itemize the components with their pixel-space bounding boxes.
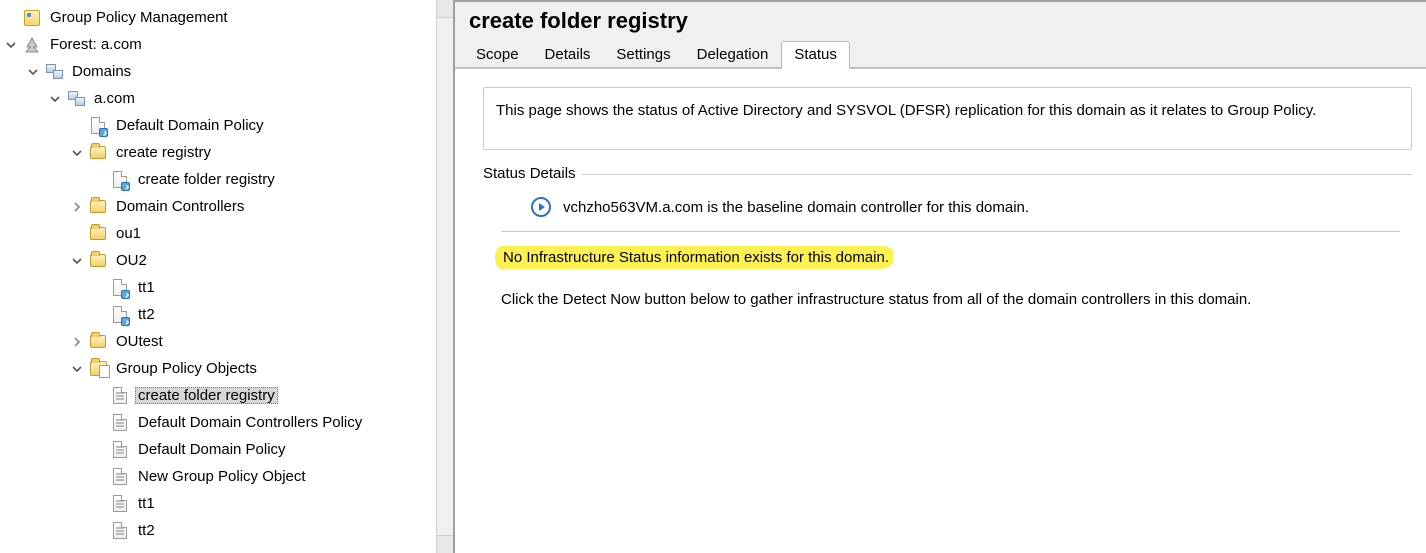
chevron-down-icon[interactable]: [26, 65, 40, 79]
gpo-link-icon: [110, 171, 130, 189]
no-infra-status-text: No Infrastructure Status information exi…: [503, 249, 889, 266]
tree-root[interactable]: Group Policy Management: [4, 4, 451, 31]
tree-dc-label: Domain Controllers: [113, 198, 247, 215]
tab-status[interactable]: Status: [781, 41, 850, 69]
ou-icon: [88, 225, 108, 243]
status-details-legend: Status Details: [483, 165, 582, 182]
tree-gpocont-label: Group Policy Objects: [113, 360, 260, 377]
domain-icon: [66, 90, 86, 108]
page-title: create folder registry: [455, 2, 1426, 40]
forest-icon: [22, 36, 42, 54]
gpo-icon: [110, 387, 130, 405]
chevron-down-icon[interactable]: [70, 254, 84, 268]
divider: [501, 231, 1400, 232]
tree-tt2-label: tt2: [135, 306, 158, 323]
app-root: Group Policy Management Forest: a.com Do…: [0, 0, 1426, 553]
tree-ou2[interactable]: OU2: [4, 247, 451, 274]
ou-icon: [88, 198, 108, 216]
domains-icon: [44, 63, 64, 81]
gpo-icon: [110, 414, 130, 432]
tree-panel: Group Policy Management Forest: a.com Do…: [0, 0, 455, 553]
tree-domain-controllers[interactable]: Domain Controllers: [4, 193, 451, 220]
tree-domains[interactable]: Domains: [4, 58, 451, 85]
tree-gpo-tt1-label: tt1: [135, 495, 158, 512]
tab-scope[interactable]: Scope: [463, 41, 532, 68]
gpm-icon: [22, 9, 42, 27]
gpo-container-icon: [88, 360, 108, 378]
detect-now-instruction: Click the Detect Now button below to gat…: [501, 291, 1400, 308]
tree-gpo-new[interactable]: New Group Policy Object: [4, 463, 451, 490]
tree-gpo-cfr-label: create folder registry: [135, 387, 278, 404]
tab-strip: Scope Details Settings Delegation Status: [455, 40, 1426, 68]
status-intro-box: This page shows the status of Active Dir…: [483, 87, 1412, 150]
chevron-down-icon[interactable]: [4, 38, 18, 52]
tree-gpo-ddcp-label: Default Domain Controllers Policy: [135, 414, 365, 431]
tree-gpo-tt2[interactable]: tt2: [4, 517, 451, 544]
tab-settings[interactable]: Settings: [603, 41, 683, 68]
tab-delegation[interactable]: Delegation: [684, 41, 782, 68]
tree-forest-label: Forest: a.com: [47, 36, 145, 53]
tree-gpo-ddcp[interactable]: Default Domain Controllers Policy: [4, 409, 451, 436]
tree-outest-label: OUtest: [113, 333, 166, 350]
tree-domains-label: Domains: [69, 63, 134, 80]
tree-ou1-label: ou1: [113, 225, 144, 242]
tree-outest[interactable]: OUtest: [4, 328, 451, 355]
ou-icon: [88, 252, 108, 270]
tree-default-domain-policy[interactable]: Default Domain Policy: [4, 112, 451, 139]
content-panel: create folder registry Scope Details Set…: [455, 0, 1426, 553]
gpo-link-icon: [110, 279, 130, 297]
no-infra-status-highlight: No Infrastructure Status information exi…: [495, 246, 893, 269]
ou-icon: [88, 144, 108, 162]
tree-gpo-container[interactable]: Group Policy Objects: [4, 355, 451, 382]
tree-ou2-label: OU2: [113, 252, 150, 269]
tree-ou1[interactable]: ou1: [4, 220, 451, 247]
tree-create-folder-registry-link[interactable]: create folder registry: [4, 166, 451, 193]
gpo-link-icon: [88, 117, 108, 135]
tree-domain-acom[interactable]: a.com: [4, 85, 451, 112]
chevron-right-icon[interactable]: [70, 335, 84, 349]
tree-gpo-tt1[interactable]: tt1: [4, 490, 451, 517]
tree-forest[interactable]: Forest: a.com: [4, 31, 451, 58]
tree-domain-label: a.com: [91, 90, 138, 107]
tree-gpo-ddp-label: Default Domain Policy: [135, 441, 289, 458]
tree-gpo-create-folder-registry[interactable]: create folder registry: [4, 382, 451, 409]
tree-tt1-link[interactable]: tt1: [4, 274, 451, 301]
tree-cr-label: create registry: [113, 144, 214, 161]
chevron-down-icon[interactable]: [48, 92, 62, 106]
gpo-icon: [110, 441, 130, 459]
info-icon: [531, 197, 551, 217]
tree-scrollbar[interactable]: [436, 0, 453, 553]
gpo-link-icon: [110, 306, 130, 324]
tree-root-label: Group Policy Management: [47, 9, 231, 26]
header-bar: create folder registry Scope Details Set…: [455, 2, 1426, 69]
tab-details[interactable]: Details: [532, 41, 604, 68]
tree-tt2-link[interactable]: tt2: [4, 301, 451, 328]
tree-cfr-label: create folder registry: [135, 171, 278, 188]
tree-gpo-tt2-label: tt2: [135, 522, 158, 539]
gpo-icon: [110, 495, 130, 513]
tree-tt1-label: tt1: [135, 279, 158, 296]
tree-create-registry[interactable]: create registry: [4, 139, 451, 166]
baseline-row: vchzho563VM.a.com is the baseline domain…: [501, 193, 1400, 231]
chevron-down-icon[interactable]: [70, 146, 84, 160]
navigation-tree: Group Policy Management Forest: a.com Do…: [4, 4, 451, 544]
baseline-text: vchzho563VM.a.com is the baseline domain…: [563, 199, 1029, 216]
gpo-icon: [110, 522, 130, 540]
status-details-fieldset: Status Details vchzho563VM.a.com is the …: [483, 174, 1412, 322]
chevron-down-icon[interactable]: [70, 362, 84, 376]
status-intro-text: This page shows the status of Active Dir…: [496, 102, 1316, 119]
gpo-icon: [110, 468, 130, 486]
ou-icon: [88, 333, 108, 351]
status-tab-body: This page shows the status of Active Dir…: [455, 69, 1426, 553]
tree-gpo-ddp[interactable]: Default Domain Policy: [4, 436, 451, 463]
tree-gpo-new-label: New Group Policy Object: [135, 468, 309, 485]
chevron-right-icon[interactable]: [70, 200, 84, 214]
tree-ddp-label: Default Domain Policy: [113, 117, 267, 134]
